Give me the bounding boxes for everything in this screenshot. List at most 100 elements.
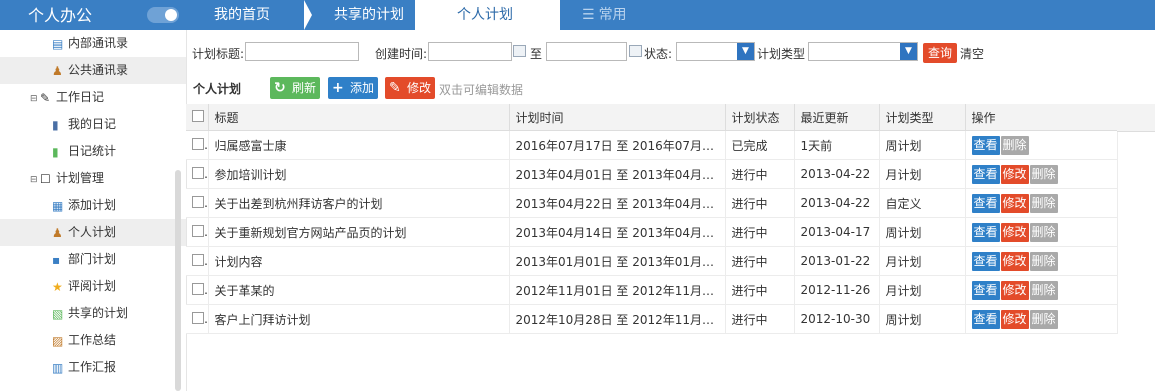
row-checkbox[interactable] bbox=[186, 246, 209, 276]
cell-time: 2013年04月01日 至 2013年04月3... bbox=[509, 159, 726, 189]
sidebar-item[interactable]: ⊟ ☐ 计划管理 bbox=[0, 165, 186, 192]
edit-row-button[interactable]: 修改 bbox=[1000, 251, 1029, 271]
table-row[interactable]: 关于革某的 2012年11月01日 至 2012年11月3... 进行中 2012-1… bbox=[186, 275, 1118, 305]
row-checkbox[interactable] bbox=[186, 159, 209, 189]
title-filter-label: 计划标题: bbox=[192, 47, 245, 61]
view-button[interactable]: 查看 bbox=[971, 135, 1000, 155]
tab-home[interactable]: 我的首页 bbox=[186, 0, 304, 30]
table-row[interactable]: 计划内容 2013年01月01日 至 2013年01月3... 进行中 2013-01… bbox=[186, 246, 1118, 276]
calendar-icon[interactable] bbox=[513, 45, 526, 57]
view-button[interactable]: 查看 bbox=[971, 309, 1000, 329]
column-header[interactable]: 最近更新 bbox=[794, 104, 880, 131]
edit-row-button[interactable]: 修改 bbox=[1000, 222, 1029, 242]
chevron-down-icon: ▼ bbox=[737, 43, 754, 60]
title-filter-input[interactable] bbox=[245, 42, 359, 61]
view-button[interactable]: 查看 bbox=[971, 222, 1000, 242]
edit-row-button[interactable]: 修改 bbox=[1000, 164, 1029, 184]
table-row[interactable]: 归属感富士康 2016年07月17日 至 2016年07月2... 已完成 1天前 周计… bbox=[186, 130, 1118, 160]
sidebar-toggle[interactable] bbox=[147, 7, 179, 23]
cell-status: 进行中 bbox=[725, 246, 795, 276]
cell-type: 月计划 bbox=[879, 159, 966, 189]
org-chart-icon: ▪ bbox=[52, 253, 61, 267]
plan-type-select[interactable]: ▼ bbox=[808, 42, 918, 61]
sidebar-item-label: 部门计划 bbox=[68, 252, 117, 266]
delete-button[interactable]: 删除 bbox=[1029, 164, 1058, 184]
delete-button[interactable]: 删除 bbox=[1029, 251, 1058, 271]
view-button[interactable]: 查看 bbox=[971, 164, 1000, 184]
collapse-icon[interactable]: ⊟ bbox=[30, 167, 40, 194]
delete-button[interactable]: 删除 bbox=[1029, 280, 1058, 300]
view-button[interactable]: 查看 bbox=[971, 280, 1000, 300]
sidebar-item[interactable]: ♟ 公共通讯录 bbox=[0, 57, 186, 84]
tab-shared-plans[interactable]: 共享的计划 bbox=[312, 0, 415, 30]
cell-title: 归属感富士康 bbox=[208, 130, 510, 160]
sidebar-scrollbar[interactable] bbox=[175, 170, 181, 391]
sidebar-item[interactable]: ▪ 部门计划 bbox=[0, 246, 186, 273]
column-header[interactable]: 计划状态 bbox=[725, 104, 795, 131]
row-checkbox[interactable] bbox=[186, 304, 209, 334]
end-date-input[interactable] bbox=[546, 42, 627, 61]
calendar-icon[interactable] bbox=[629, 45, 642, 57]
sidebar-item[interactable]: ▧ 共享的计划 bbox=[0, 300, 186, 327]
column-header[interactable]: 计划时间 bbox=[509, 104, 726, 131]
collapse-icon[interactable]: ⊟ bbox=[30, 86, 40, 113]
query-button[interactable]: 查询 bbox=[923, 43, 958, 63]
cell-status: 进行中 bbox=[725, 217, 795, 247]
delete-button[interactable]: 删除 bbox=[1029, 222, 1058, 242]
plan-type-label: 计划类型 bbox=[757, 47, 806, 61]
select-all-checkbox[interactable] bbox=[186, 104, 209, 131]
edit-hint: 双击可编辑数据 bbox=[439, 83, 524, 97]
delete-button[interactable]: 删除 bbox=[1029, 193, 1058, 213]
sidebar-item[interactable]: ▤ 内部通讯录 bbox=[0, 30, 186, 57]
sidebar-item[interactable]: ♟ 个人计划 bbox=[0, 219, 186, 246]
created-time-label: 创建时间: bbox=[375, 47, 428, 61]
sidebar-item[interactable]: ▦ 添加计划 bbox=[0, 192, 186, 219]
start-date-input[interactable] bbox=[428, 42, 512, 61]
cell-type: 月计划 bbox=[879, 275, 966, 305]
cell-status: 进行中 bbox=[725, 159, 795, 189]
edit-row-button[interactable]: 修改 bbox=[1000, 280, 1029, 300]
chevron-down-icon: ▼ bbox=[900, 43, 917, 60]
toolbar: 个人计划 ↻ 刷新 + 添加 ✎ 修改 双击可编辑数据 bbox=[186, 72, 1155, 104]
sidebar-item[interactable]: ★ 评阅计划 bbox=[0, 273, 186, 300]
edit-button[interactable]: ✎ 修改 bbox=[385, 77, 436, 99]
add-plan-icon: ▦ bbox=[52, 199, 64, 213]
row-checkbox[interactable] bbox=[186, 130, 209, 160]
plus-icon: + bbox=[332, 80, 344, 96]
cell-updated: 1天前 bbox=[794, 130, 880, 160]
row-checkbox[interactable] bbox=[186, 275, 209, 305]
clear-link[interactable]: 清空 bbox=[960, 45, 984, 62]
sidebar-item[interactable]: ▥ 工作汇报 bbox=[0, 354, 186, 381]
sidebar-item-label: 日记统计 bbox=[68, 144, 117, 158]
edit-row-button[interactable]: 修改 bbox=[1000, 193, 1029, 213]
view-button[interactable]: 查看 bbox=[971, 193, 1000, 213]
cell-actions: 查看 修改 删除 bbox=[965, 188, 1118, 218]
column-header[interactable]: 标题 bbox=[208, 104, 510, 131]
status-select[interactable]: ▼ bbox=[676, 42, 755, 61]
cell-title: 计划内容 bbox=[208, 246, 510, 276]
tab-personal-plan[interactable]: 个人计划 bbox=[415, 0, 560, 30]
table-row[interactable]: 客户上门拜访计划 2012年10月28日 至 2012年11月0... 进行中 201… bbox=[186, 304, 1118, 334]
view-button[interactable]: 查看 bbox=[971, 251, 1000, 271]
delete-button[interactable]: 删除 bbox=[1029, 309, 1058, 329]
table-row[interactable]: 关于出差到杭州拜访客户的计划 2013年04月22日 至 2013年04月2...… bbox=[186, 188, 1118, 218]
row-checkbox[interactable] bbox=[186, 188, 209, 218]
sidebar-item[interactable]: ▨ 工作总结 bbox=[0, 327, 186, 354]
menu-lines-icon: ☰ bbox=[582, 7, 595, 23]
cell-title: 关于出差到杭州拜访客户的计划 bbox=[208, 188, 510, 218]
sidebar-item[interactable]: ⊟ ✎ 工作日记 bbox=[0, 84, 186, 111]
sidebar-item[interactable]: ▮ 我的日记 bbox=[0, 111, 186, 138]
table-row[interactable]: 关于重新规划官方网站产品页的计划 2013年04月14日 至 2013年04月2.… bbox=[186, 217, 1118, 247]
cell-title: 关于革某的 bbox=[208, 275, 510, 305]
cell-status: 进行中 bbox=[725, 304, 795, 334]
sidebar-item[interactable]: ▮ 日记统计 bbox=[0, 138, 186, 165]
add-button[interactable]: + 添加 bbox=[328, 77, 379, 99]
tab-common[interactable]: ☰ 常用 bbox=[560, 0, 655, 30]
refresh-button[interactable]: ↻ 刷新 bbox=[270, 77, 321, 99]
row-checkbox[interactable] bbox=[186, 217, 209, 247]
edit-row-button[interactable]: 修改 bbox=[1000, 309, 1029, 329]
column-header[interactable]: 计划类型 bbox=[879, 104, 966, 131]
table-row[interactable]: 参加培训计划 2013年04月01日 至 2013年04月3... 进行中 2013-… bbox=[186, 159, 1118, 189]
delete-button[interactable]: 删除 bbox=[1000, 135, 1029, 155]
app-title: 个人办公 bbox=[28, 6, 93, 25]
